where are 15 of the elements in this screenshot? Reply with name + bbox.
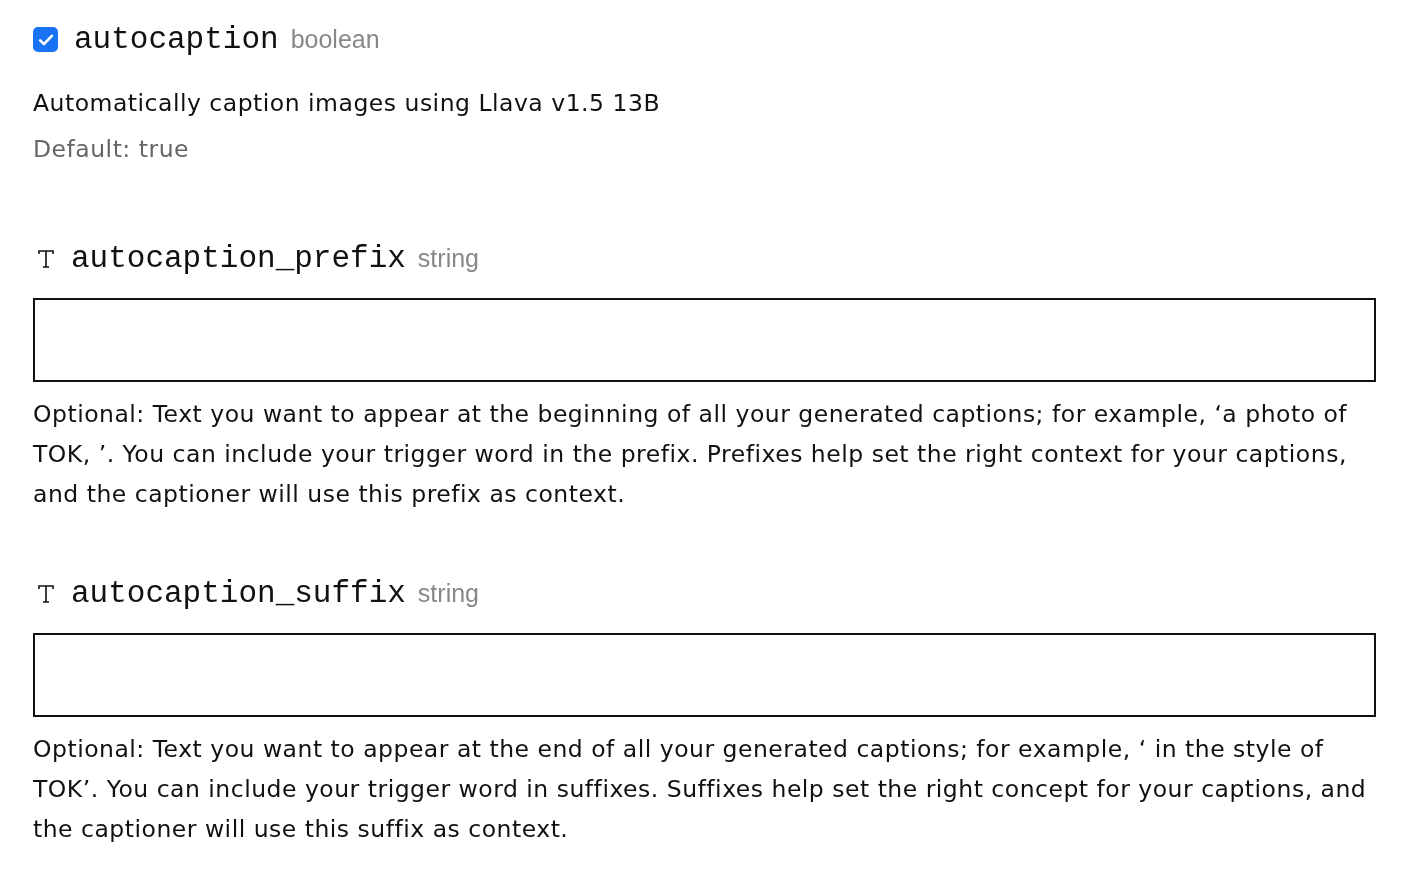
field-name: autocaption_prefix xyxy=(71,241,406,276)
text-type-icon xyxy=(37,248,55,269)
input-field[interactable] xyxy=(33,298,1376,382)
field-type: string xyxy=(417,244,479,273)
default-value: Default: true xyxy=(33,134,190,165)
field-name: autocaption_suffix xyxy=(71,576,406,611)
field-type: string xyxy=(417,579,479,608)
text-type-icon xyxy=(37,583,55,604)
field-description: Optional: Text you want to appear at the end of all your generated captions; for example, ‘ in the style of TOK’. You can include your trigger word in suffixes. Suffixes help set the right concept for your captions, and the captioner will use this suffix as context. xyxy=(33,734,1368,845)
field-description: Optional: Text you want to appear at the beginning of all your generated captions; for example, ‘a photo of TOK, ’. You can include your trigger word in the prefix. Prefixes help set the right context for your captions, and the captioner will use this prefix as context. xyxy=(33,399,1349,510)
input-field[interactable] xyxy=(33,633,1376,717)
field-name: autocaption xyxy=(74,22,279,57)
field-type: boolean xyxy=(290,25,380,54)
checkbox[interactable] xyxy=(33,27,58,52)
field-description: Automatically caption images using Llava v1.5 13B xyxy=(33,88,661,119)
